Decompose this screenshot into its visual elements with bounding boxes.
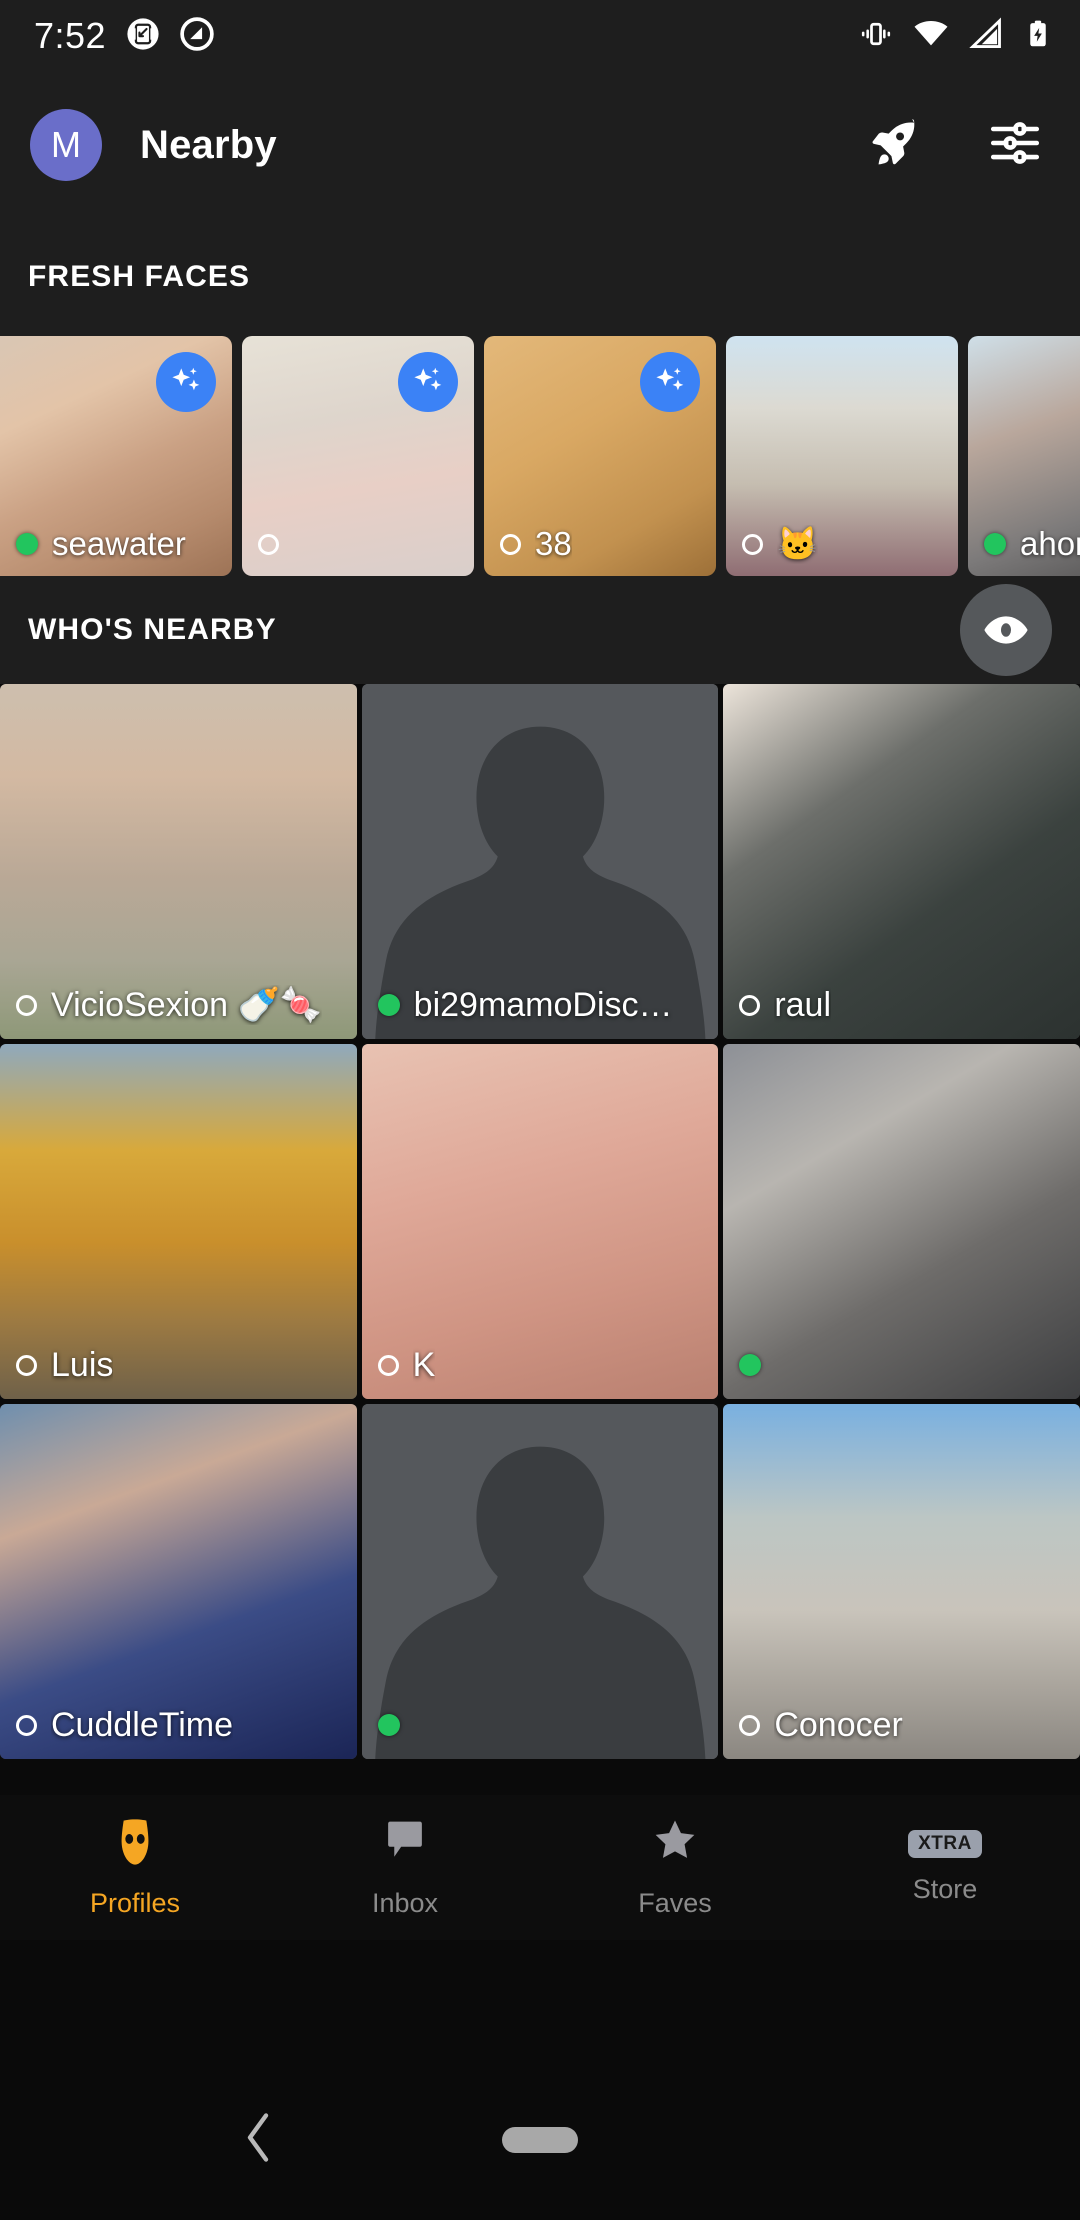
profile-name: bi29mamoDisc… <box>413 985 673 1024</box>
back-chevron-icon[interactable] <box>238 2110 278 2171</box>
profile-tile-footer: K <box>362 1331 719 1399</box>
profile-tile-footer: VicioSexion 🍼🍬 <box>0 971 357 1039</box>
grindr-mask-icon <box>112 1817 158 1872</box>
profile-tile[interactable]: VicioSexion 🍼🍬 <box>0 684 357 1039</box>
fresh-face-card[interactable] <box>242 336 474 576</box>
nav-label-profiles: Profiles <box>89 1887 181 1918</box>
offline-status-dot <box>739 994 761 1016</box>
status-bar-right <box>858 15 1054 58</box>
do-not-disturb-icon <box>180 16 214 56</box>
fresh-faces-title: FRESH FACES <box>28 260 251 293</box>
nav-tab-store[interactable]: XTRA Store <box>810 1830 1080 1905</box>
offline-status-dot <box>16 1714 37 1736</box>
xtra-badge-icon: XTRA <box>908 1830 982 1858</box>
boost-rocket-button[interactable] <box>866 115 922 176</box>
fresh-face-name: ahora <box>1020 525 1080 562</box>
profile-name: Luis <box>51 1345 114 1384</box>
app-header: M Nearby <box>0 72 1080 218</box>
offline-status-dot <box>16 1354 37 1376</box>
profile-name: VicioSexion 🍼🍬 <box>51 986 323 1024</box>
profile-tile-footer: raul <box>723 971 1080 1039</box>
fresh-face-footer: ahora <box>968 512 1080 576</box>
profile-tile-footer: CuddleTime <box>0 1691 357 1759</box>
offline-status-dot <box>16 994 37 1016</box>
profile-name: K <box>412 1345 436 1384</box>
profile-tile[interactable]: raul <box>723 684 1080 1039</box>
battery-charging-icon <box>1022 18 1054 55</box>
cellular-signal-icon <box>968 16 1004 57</box>
star-icon <box>652 1817 698 1872</box>
home-pill-icon[interactable] <box>502 2127 578 2153</box>
vibrate-icon <box>858 16 894 57</box>
nav-tab-inbox[interactable]: Inbox <box>270 1817 540 1919</box>
online-status-dot <box>739 1354 762 1376</box>
profile-tile[interactable]: Luis <box>0 1044 357 1399</box>
fresh-face-footer: seawater <box>0 512 232 576</box>
profile-tile[interactable] <box>361 1404 719 1759</box>
profile-name: CuddleTime <box>51 1705 234 1744</box>
fresh-face-card[interactable]: 38 <box>484 336 716 576</box>
profile-tile[interactable]: K <box>361 1044 719 1399</box>
online-status-dot <box>377 1714 400 1736</box>
wifi-icon <box>912 15 950 58</box>
fresh-face-card[interactable]: ahora <box>968 336 1080 576</box>
profile-tile-footer: Luis <box>0 1331 357 1399</box>
visibility-eye-button[interactable] <box>960 584 1052 676</box>
profile-tile-footer <box>362 1691 719 1759</box>
nav-label-inbox: Inbox <box>371 1887 439 1918</box>
bottom-navigation: Profiles Inbox Faves XTRA Store <box>0 1795 1080 1940</box>
new-sparkle-badge-icon <box>640 352 700 412</box>
filters-button[interactable] <box>986 114 1044 177</box>
nav-tab-faves[interactable]: Faves <box>540 1817 810 1919</box>
whos-nearby-title: WHO'S NEARBY <box>28 613 277 646</box>
profile-tile-footer <box>723 1331 1080 1399</box>
nav-label-store: Store <box>912 1873 978 1904</box>
profile-tile[interactable] <box>723 1044 1080 1399</box>
profile-tile-footer: Conocer <box>723 1691 1080 1759</box>
status-bar-clock: 7:52 <box>34 15 107 56</box>
system-navigation-bar <box>0 2060 1080 2220</box>
screenshot-icon <box>126 17 160 56</box>
offline-status-dot <box>377 1354 399 1376</box>
online-status-dot <box>984 533 1006 555</box>
profile-name: raul <box>774 985 832 1024</box>
status-bar-left: 7:52 <box>34 15 214 57</box>
whos-nearby-header: WHO'S NEARBY <box>0 576 1080 684</box>
fresh-face-footer: 🐱 <box>726 512 958 576</box>
profile-tile-footer: bi29mamoDisc… <box>362 971 719 1039</box>
nearby-profile-grid[interactable]: VicioSexion 🍼🍬 bi29mamoDisc… raul Luis K Cudd… <box>0 684 1080 1759</box>
offline-status-dot <box>739 1714 761 1736</box>
fresh-face-footer: 38 <box>484 512 716 576</box>
fresh-face-footer <box>242 512 474 576</box>
fresh-face-name: 🐱 <box>777 524 819 562</box>
avatar[interactable]: M <box>30 109 102 181</box>
fresh-faces-header: FRESH FACES <box>0 218 1080 336</box>
online-status-dot <box>16 533 38 555</box>
fresh-face-card[interactable]: 🐱 <box>726 336 958 576</box>
new-sparkle-badge-icon <box>156 352 216 412</box>
new-sparkle-badge-icon <box>398 352 458 412</box>
fresh-face-name: seawater <box>52 525 186 562</box>
offline-status-dot <box>500 533 521 555</box>
offline-status-dot <box>742 533 763 555</box>
profile-tile[interactable]: Conocer <box>723 1404 1080 1759</box>
online-status-dot <box>377 994 400 1016</box>
status-bar: 7:52 <box>0 0 1080 72</box>
offline-status-dot <box>258 533 279 555</box>
profile-tile[interactable]: bi29mamoDisc… <box>361 684 719 1039</box>
nav-tab-profiles[interactable]: Profiles <box>0 1817 270 1919</box>
visibility-eye-icon <box>984 616 1028 644</box>
header-actions <box>866 114 1044 177</box>
chat-bubble-icon <box>382 1817 428 1872</box>
profile-tile[interactable]: CuddleTime <box>0 1404 357 1759</box>
fresh-face-card[interactable]: seawater <box>0 336 232 576</box>
fresh-face-name: 38 <box>535 525 572 562</box>
nav-label-faves: Faves <box>638 1887 712 1918</box>
page-title: Nearby <box>140 122 277 167</box>
profile-name: Conocer <box>774 1705 903 1744</box>
fresh-faces-carousel[interactable]: seawater 38 🐱 ahora <box>0 336 1080 576</box>
